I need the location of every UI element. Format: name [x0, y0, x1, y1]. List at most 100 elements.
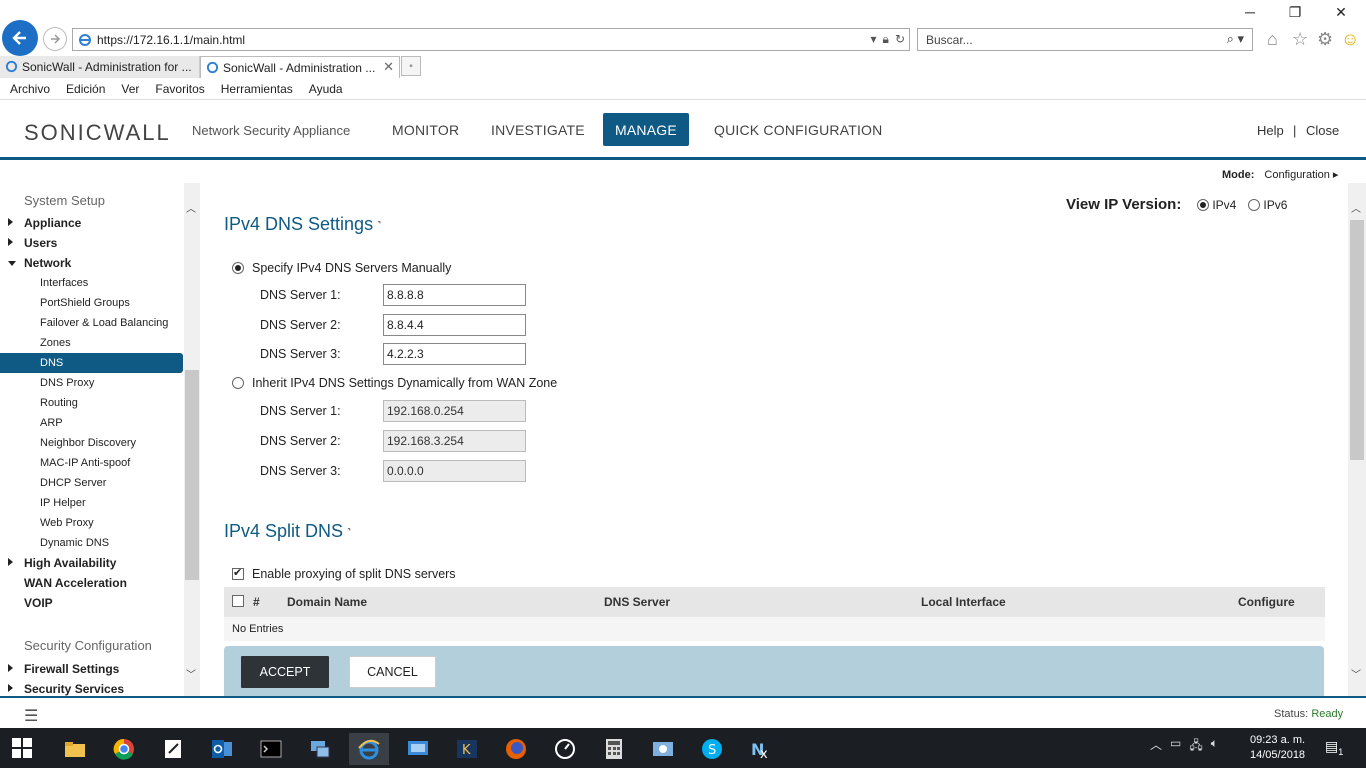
manual-dns-radio[interactable]	[232, 262, 244, 274]
main-scroll-thumb[interactable]	[1350, 220, 1364, 460]
sidebar-item-appliance[interactable]: Appliance	[0, 213, 183, 233]
scroll-up-icon[interactable]: ︿	[186, 200, 196, 215]
sidebar-item-dns-proxy[interactable]: DNS Proxy	[0, 373, 183, 393]
calculator-icon[interactable]	[594, 733, 634, 765]
menu-icon[interactable]: ☰	[24, 706, 38, 726]
caret-right-icon[interactable]	[8, 558, 13, 566]
sidebar-item-neighbor-discovery[interactable]: Neighbor Discovery	[0, 433, 183, 453]
search-icon[interactable]: ⌕ ▾	[1227, 31, 1244, 47]
dns-server-1-field[interactable]: 8.8.8.8	[383, 284, 526, 306]
sidebar-item-firewall-settings[interactable]: Firewall Settings	[0, 659, 183, 679]
scroll-up-icon[interactable]: ︿	[1351, 200, 1361, 215]
menu-archivo[interactable]: Archivo	[10, 82, 50, 96]
file-explorer-icon[interactable]	[55, 733, 95, 765]
lock-icon[interactable]: 🔒︎	[883, 32, 889, 47]
dropdown-icon[interactable]: ▾	[871, 32, 877, 47]
menu-edicion[interactable]: Edición	[66, 82, 105, 96]
caret-right-icon[interactable]	[8, 238, 13, 246]
sidebar-item-web-proxy[interactable]: Web Proxy	[0, 513, 183, 533]
nav-manage[interactable]: MANAGE	[603, 113, 689, 146]
sidebar-scroll-thumb[interactable]	[185, 370, 199, 580]
home-icon[interactable]: ⌂	[1267, 29, 1278, 49]
sidebar-item-network[interactable]: Network	[0, 253, 183, 273]
inherit-option[interactable]: Inherit IPv4 DNS Settings Dynamically fr…	[232, 376, 557, 390]
caret-right-icon[interactable]	[8, 684, 13, 692]
internet-explorer-icon[interactable]	[349, 733, 389, 765]
manual-option[interactable]: Specify IPv4 DNS Servers Manually	[232, 261, 451, 275]
firefox-icon[interactable]	[496, 733, 536, 765]
remote-desktop-icon[interactable]	[398, 733, 438, 765]
split-enable-checkbox[interactable]	[232, 566, 244, 580]
sidebar-item-mac-ip-anti-spoof[interactable]: MAC-IP Anti-spoof	[0, 453, 183, 473]
ipv4-radio[interactable]	[1197, 198, 1210, 211]
caret-right-icon[interactable]	[8, 664, 13, 672]
sidebar-item-zones[interactable]: Zones	[0, 333, 183, 353]
sidebar-item-dns[interactable]: DNS	[0, 353, 183, 373]
caret-right-icon[interactable]	[8, 218, 13, 226]
app-k-icon[interactable]: K	[447, 733, 487, 765]
chrome-icon[interactable]	[104, 733, 144, 765]
nav-monitor[interactable]: MONITOR	[380, 113, 471, 146]
caret-down-icon[interactable]	[8, 261, 16, 266]
sidebar-item-users[interactable]: Users	[0, 233, 183, 253]
minimize-icon[interactable]: ─	[1240, 4, 1260, 20]
battery-icon[interactable]: ▭	[1170, 736, 1181, 757]
sidebar-item-interfaces[interactable]: Interfaces	[0, 273, 183, 293]
tab-sonicwall-2[interactable]: SonicWall - Administration ... ✕	[200, 56, 400, 78]
search-box[interactable]: Buscar... ⌕ ▾	[917, 28, 1253, 51]
clock[interactable]: 09:23 a. m. 14/05/2018	[1250, 733, 1305, 763]
refresh-icon[interactable]: ↻	[895, 32, 905, 47]
notes-icon[interactable]	[153, 733, 193, 765]
nav-investigate[interactable]: INVESTIGATE	[479, 113, 597, 146]
cancel-button[interactable]: CANCEL	[349, 656, 436, 688]
sidebar-item-failover-load-balancing[interactable]: Failover & Load Balancing	[0, 313, 183, 333]
help-link[interactable]: Help	[1257, 123, 1284, 138]
back-button[interactable]	[2, 20, 38, 56]
settings-tool-icon[interactable]	[643, 733, 683, 765]
sidebar-item-portshield-groups[interactable]: PortShield Groups	[0, 293, 183, 313]
volume-icon[interactable]: 🔈︎	[1211, 736, 1218, 757]
accept-button[interactable]: ACCEPT	[241, 656, 329, 688]
gear-icon[interactable]: ⚙	[1317, 29, 1333, 49]
notifications-icon[interactable]: ▤1	[1325, 738, 1343, 757]
terminal-icon[interactable]	[251, 733, 291, 765]
sidebar-item-high-availability[interactable]: High Availability	[0, 553, 183, 573]
new-tab-button[interactable]: ▪	[401, 56, 421, 76]
network-icon[interactable]: 🖧︎	[1189, 736, 1202, 757]
star-icon[interactable]: ☆	[1292, 29, 1308, 49]
scroll-down-icon[interactable]: ﹀	[1351, 666, 1361, 681]
split-enable-option[interactable]: Enable proxying of split DNS servers	[232, 566, 456, 581]
tray-expand-icon[interactable]: ︿	[1150, 736, 1162, 757]
forward-button[interactable]	[43, 27, 67, 51]
close-window-icon[interactable]: ✕	[1331, 4, 1351, 21]
scroll-down-icon[interactable]: ﹀	[186, 666, 196, 681]
tooltip-icon[interactable]: ˺	[347, 526, 351, 540]
nx-client-icon[interactable]: Nx	[741, 733, 781, 765]
close-tab-icon[interactable]: ✕	[383, 59, 394, 75]
skype-icon[interactable]: S	[692, 733, 732, 765]
windows-start-icon[interactable]	[12, 738, 32, 758]
menu-herramientas[interactable]: Herramientas	[221, 82, 293, 96]
menu-favoritos[interactable]: Favoritos	[155, 82, 204, 96]
menu-ayuda[interactable]: Ayuda	[309, 82, 343, 96]
sidebar-item-arp[interactable]: ARP	[0, 413, 183, 433]
ipv6-radio[interactable]	[1248, 198, 1261, 211]
address-bar[interactable]: https://172.16.1.1/main.html ▾ 🔒︎ ↻	[72, 28, 910, 51]
outlook-icon[interactable]	[202, 733, 242, 765]
menu-ver[interactable]: Ver	[121, 82, 139, 96]
smiley-icon[interactable]: ☺	[1341, 29, 1359, 49]
sidebar-item-security-services[interactable]: Security Services	[0, 679, 183, 696]
tab-sonicwall-1[interactable]: SonicWall - Administration for ...	[0, 56, 200, 78]
sidebar-item-routing[interactable]: Routing	[0, 393, 183, 413]
sidebar-item-wan-acceleration[interactable]: WAN Acceleration	[0, 573, 183, 593]
inherit-dns-radio[interactable]	[232, 377, 244, 389]
sidebar-item-ip-helper[interactable]: IP Helper	[0, 493, 183, 513]
select-all-checkbox[interactable]	[232, 595, 244, 607]
sidebar-item-dynamic-dns[interactable]: Dynamic DNS	[0, 533, 183, 553]
mode-indicator[interactable]: Mode: Configuration ▸	[1222, 168, 1338, 181]
speedometer-icon[interactable]	[545, 733, 585, 765]
dns-server-2-field[interactable]: 8.8.4.4	[383, 314, 526, 336]
network-admin-icon[interactable]	[300, 733, 340, 765]
sidebar-item-voip[interactable]: VOIP	[0, 593, 183, 613]
nav-quick-configuration[interactable]: QUICK CONFIGURATION	[702, 113, 894, 146]
